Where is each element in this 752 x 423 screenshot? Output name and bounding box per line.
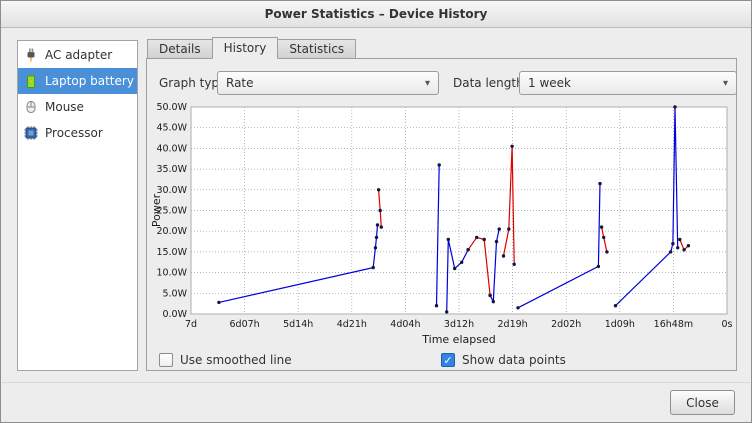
checkbox-icon[interactable]: ✓ xyxy=(441,353,455,367)
svg-text:35.0W: 35.0W xyxy=(156,164,187,175)
svg-text:0s: 0s xyxy=(722,319,733,330)
window-title: Power Statistics – Device History xyxy=(265,7,488,21)
svg-text:4d04h: 4d04h xyxy=(390,319,420,330)
battery-icon xyxy=(23,73,39,89)
svg-text:1d09h: 1d09h xyxy=(605,319,635,330)
dialog-separator xyxy=(2,382,750,383)
use-smoothed-line-checkbox[interactable]: Use smoothed line xyxy=(159,353,292,367)
processor-icon xyxy=(23,125,39,141)
svg-text:Time elapsed: Time elapsed xyxy=(421,333,495,346)
graph-type-dropdown[interactable]: Rate ▾ xyxy=(217,71,439,95)
svg-text:7d: 7d xyxy=(185,319,197,330)
tab-history[interactable]: History xyxy=(212,37,279,59)
svg-text:3d12h: 3d12h xyxy=(444,319,474,330)
svg-text:0.0W: 0.0W xyxy=(162,309,187,320)
tab-statistics[interactable]: Statistics xyxy=(277,39,356,59)
svg-text:50.0W: 50.0W xyxy=(156,102,187,113)
svg-text:5.0W: 5.0W xyxy=(162,288,187,299)
show-data-points-label: Show data points xyxy=(462,353,566,367)
sidebar-item-mouse[interactable]: Mouse xyxy=(18,94,137,120)
sidebar-item-processor[interactable]: Processor xyxy=(18,120,137,146)
device-list: AC adapter Laptop battery Mouse Processor xyxy=(17,40,138,371)
chevron-down-icon: ▾ xyxy=(723,78,728,89)
titlebar: Power Statistics – Device History xyxy=(1,1,751,28)
svg-text:2d19h: 2d19h xyxy=(498,319,528,330)
chevron-down-icon: ▾ xyxy=(425,78,430,89)
svg-text:45.0W: 45.0W xyxy=(156,123,187,134)
data-length-value: 1 week xyxy=(528,76,571,90)
ac-adapter-icon xyxy=(23,47,39,63)
tab-bar: DetailsHistoryStatistics xyxy=(147,37,355,59)
power-statistics-window: Power Statistics – Device History AC ada… xyxy=(0,0,752,423)
svg-text:6d07h: 6d07h xyxy=(230,319,260,330)
svg-text:10.0W: 10.0W xyxy=(156,268,187,279)
history-chart: 7d 6d07h 5d14h 4d21h 4d04h 3d12h 2d19h 2d02h 1d0… xyxy=(151,99,736,349)
show-data-points-checkbox[interactable]: ✓ Show data points xyxy=(441,353,566,367)
sidebar-item-laptop-battery[interactable]: Laptop battery xyxy=(18,68,137,94)
graph-type-value: Rate xyxy=(226,76,254,90)
svg-text:15.0W: 15.0W xyxy=(156,247,187,258)
svg-text:4d21h: 4d21h xyxy=(337,319,367,330)
sidebar-item-label: AC adapter xyxy=(45,48,112,62)
sidebar-item-label: Laptop battery xyxy=(45,74,134,88)
data-length-label: Data length: xyxy=(453,76,528,90)
sidebar-item-label: Processor xyxy=(45,126,103,140)
sidebar-item-ac-adapter[interactable]: AC adapter xyxy=(18,42,137,68)
power-history-plot: 7d 6d07h 5d14h 4d21h 4d04h 3d12h 2d19h 2d02h 1d0… xyxy=(151,99,736,349)
checkbox-icon[interactable] xyxy=(159,353,173,367)
svg-text:Power: Power xyxy=(151,193,163,227)
tab-details[interactable]: Details xyxy=(147,39,213,59)
sidebar-item-label: Mouse xyxy=(45,100,84,114)
svg-text:40.0W: 40.0W xyxy=(156,143,187,154)
close-button[interactable]: Close xyxy=(670,390,735,415)
svg-text:2d02h: 2d02h xyxy=(551,319,581,330)
mouse-icon xyxy=(23,99,39,115)
data-length-dropdown[interactable]: 1 week ▾ xyxy=(519,71,737,95)
svg-text:16h48m: 16h48m xyxy=(654,319,693,330)
svg-text:5d14h: 5d14h xyxy=(283,319,313,330)
use-smoothed-line-label: Use smoothed line xyxy=(180,353,292,367)
